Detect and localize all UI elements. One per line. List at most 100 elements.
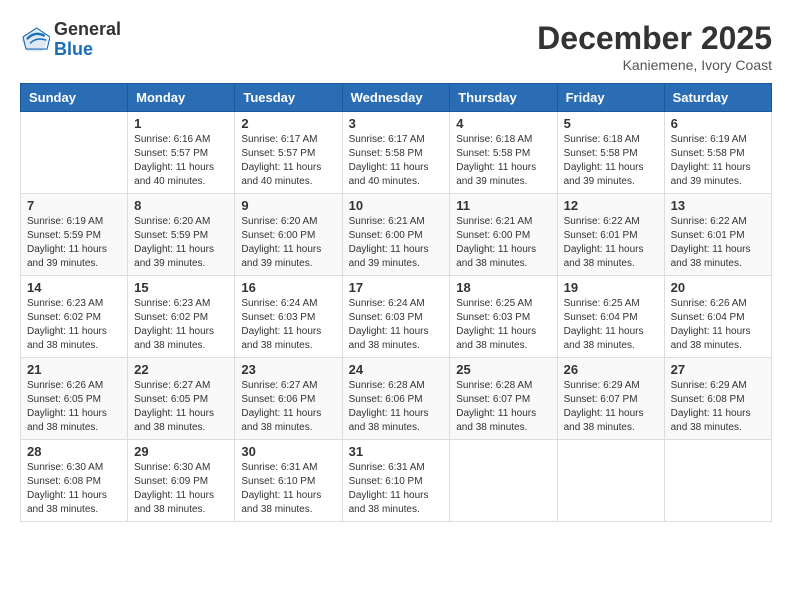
sunset-text: Sunset: 6:01 PM [564, 230, 638, 241]
daylight-text: Daylight: 11 hours and 38 minutes. [134, 408, 214, 433]
weekday-header-thursday: Thursday [450, 84, 557, 112]
month-title: December 2025 [537, 20, 772, 57]
day-info: Sunrise: 6:16 AMSunset: 5:57 PMDaylight:… [134, 133, 228, 189]
logo-general: General [54, 20, 121, 40]
day-number: 20 [671, 280, 765, 295]
day-number: 3 [349, 116, 444, 131]
day-number: 9 [241, 198, 335, 213]
day-number: 8 [134, 198, 228, 213]
day-number: 12 [564, 198, 658, 213]
day-info: Sunrise: 6:21 AMSunset: 6:00 PMDaylight:… [456, 215, 550, 271]
sunset-text: Sunset: 6:03 PM [349, 312, 423, 323]
day-info: Sunrise: 6:29 AMSunset: 6:07 PMDaylight:… [564, 379, 658, 435]
day-number: 29 [134, 444, 228, 459]
daylight-text: Daylight: 11 hours and 40 minutes. [349, 162, 429, 187]
sunrise-text: Sunrise: 6:17 AM [349, 134, 425, 145]
sunrise-text: Sunrise: 6:19 AM [27, 216, 103, 227]
sunrise-text: Sunrise: 6:29 AM [671, 380, 747, 391]
sunset-text: Sunset: 6:08 PM [671, 394, 745, 405]
logo-icon [20, 25, 50, 55]
sunset-text: Sunset: 6:00 PM [241, 230, 315, 241]
daylight-text: Daylight: 11 hours and 39 minutes. [564, 162, 644, 187]
day-number: 19 [564, 280, 658, 295]
day-number: 31 [349, 444, 444, 459]
day-info: Sunrise: 6:30 AMSunset: 6:09 PMDaylight:… [134, 461, 228, 517]
daylight-text: Daylight: 11 hours and 38 minutes. [671, 244, 751, 269]
daylight-text: Daylight: 11 hours and 39 minutes. [456, 162, 536, 187]
calendar-cell: 15 Sunrise: 6:23 AMSunset: 6:02 PMDayligh… [128, 276, 235, 358]
weekday-header-wednesday: Wednesday [342, 84, 450, 112]
calendar-cell: 24Sunrise: 6:28 AMSunset: 6:06 PMDayligh… [342, 358, 450, 440]
calendar-cell [557, 440, 664, 522]
day-info: Sunrise: 6:18 AMSunset: 5:58 PMDaylight:… [564, 133, 658, 189]
sunrise-text: Sunrise: 6:20 AM [241, 216, 317, 227]
sunset-text: Sunset: 5:59 PM [27, 230, 101, 241]
day-number: 10 [349, 198, 444, 213]
calendar-cell: 9Sunrise: 6:20 AMSunset: 6:00 PMDaylight… [235, 194, 342, 276]
calendar-cell: 14Sunrise: 6:23 AMSunset: 6:02 PMDayligh… [21, 276, 128, 358]
day-number: 27 [671, 362, 765, 377]
sunrise-text: Sunrise: 6:27 AM [241, 380, 317, 391]
day-info: Sunrise: 6:19 AMSunset: 5:58 PMDaylight:… [671, 133, 765, 189]
day-info: Sunrise: 6:26 AMSunset: 6:04 PMDaylight:… [671, 297, 765, 353]
day-number: 26 [564, 362, 658, 377]
day-info: Sunrise: 6:29 AMSunset: 6:08 PMDaylight:… [671, 379, 765, 435]
calendar-cell: 6Sunrise: 6:19 AMSunset: 5:58 PMDaylight… [664, 112, 771, 194]
calendar-cell: 22Sunrise: 6:27 AMSunset: 6:05 PMDayligh… [128, 358, 235, 440]
daylight-text: Daylight: 11 hours and 38 minutes. [564, 408, 644, 433]
sunset-text: Sunset: 6:10 PM [349, 476, 423, 487]
day-number: 16 [241, 280, 335, 295]
sunset-text: Sunset: 6:05 PM [134, 394, 208, 405]
daylight-text: Daylight: 11 hours and 39 minutes. [134, 244, 214, 269]
day-number: 24 [349, 362, 444, 377]
calendar-cell: 8Sunrise: 6:20 AMSunset: 5:59 PMDaylight… [128, 194, 235, 276]
sunset-text: Sunset: 6:04 PM [671, 312, 745, 323]
calendar-cell: 25Sunrise: 6:28 AMSunset: 6:07 PMDayligh… [450, 358, 557, 440]
sunrise-text: Sunrise: 6:28 AM [349, 380, 425, 391]
day-number: 23 [241, 362, 335, 377]
sunset-text: Sunset: 5:59 PM [134, 230, 208, 241]
calendar-cell: 30Sunrise: 6:31 AMSunset: 6:10 PMDayligh… [235, 440, 342, 522]
daylight-text: Daylight: 11 hours and 38 minutes. [671, 326, 751, 351]
sunrise-text: Sunrise: 6:22 AM [671, 216, 747, 227]
daylight-text: Daylight: 11 hours and 38 minutes. [349, 326, 429, 351]
sunset-text: Sunset: 6:04 PM [564, 312, 638, 323]
day-number: 6 [671, 116, 765, 131]
day-info: Sunrise: 6:17 AMSunset: 5:57 PMDaylight:… [241, 133, 335, 189]
daylight-text: Daylight: 11 hours and 38 minutes. [456, 244, 536, 269]
sunset-text: Sunset: 6:06 PM [241, 394, 315, 405]
sunset-text: Sunset: 5:58 PM [671, 148, 745, 159]
calendar-header-row: SundayMondayTuesdayWednesdayThursdayFrid… [21, 84, 772, 112]
day-info: Sunrise: 6:19 AM Sunset: 5:59 PM Daylight:… [27, 215, 121, 271]
sunset-text: Sunset: 5:58 PM [456, 148, 530, 159]
daylight-text: Daylight: 11 hours and 38 minutes. [241, 408, 321, 433]
sunrise-text: Sunrise: 6:16 AM [134, 134, 210, 145]
calendar-cell: 12Sunrise: 6:22 AMSunset: 6:01 PMDayligh… [557, 194, 664, 276]
calendar-week-2: 7Sunrise: 6:19 AMSunset: 5:59 PMDaylight… [21, 194, 772, 276]
sunrise-text: Sunrise: 6:23 AM [134, 298, 210, 309]
calendar-week-3: 14 Sunrise: 6:23 AMSunset: 6:02 PMDayligh… [21, 276, 772, 358]
day-number: 14 [27, 280, 121, 295]
sunrise-text: Sunrise: 6:18 AM [456, 134, 532, 145]
sunrise-text: Sunrise: 6:31 AM [349, 462, 425, 473]
calendar-cell: 3 Sunrise: 6:17 AMSunset: 5:58 PMDaylight… [342, 112, 450, 194]
sunrise-text: Sunrise: 6:30 AM [27, 462, 103, 473]
day-info: Sunrise: 6:17 AMSunset: 5:58 PMDaylight:… [349, 133, 444, 189]
day-info: Sunrise: 6:27 AMSunset: 6:05 PMDaylight:… [134, 379, 228, 435]
calendar-cell [21, 112, 128, 194]
day-info: Sunrise: 6:23 AMSunset: 6:02 PMDaylight:… [134, 297, 228, 353]
calendar-cell: 16Sunrise: 6:24 AMSunset: 6:03 PMDayligh… [235, 276, 342, 358]
daylight-text: Daylight: 11 hours and 39 minutes. [27, 244, 107, 269]
title-block: December 2025 Kaniemene, Ivory Coast [537, 20, 772, 73]
sunrise-text: Sunrise: 6:22 AM [564, 216, 640, 227]
sunrise-text: Sunrise: 6:25 AM [564, 298, 640, 309]
daylight-text: Daylight: 11 hours and 39 minutes. [349, 244, 429, 269]
sunset-text: Sunset: 6:06 PM [349, 394, 423, 405]
day-info: Sunrise: 6:25 AMSunset: 6:03 PMDaylight:… [456, 297, 550, 353]
daylight-text: Daylight: 11 hours and 38 minutes. [456, 326, 536, 351]
sunrise-text: Sunrise: 6:28 AM [456, 380, 532, 391]
day-number: 15 [134, 280, 228, 295]
calendar-cell: 10 Sunrise: 6:21 AMSunset: 6:00 PMDayligh… [342, 194, 450, 276]
sunrise-text: Sunrise: 6:19 AM [671, 134, 747, 145]
day-info: Sunrise: 6:21 AMSunset: 6:00 PMDaylight:… [349, 215, 444, 271]
